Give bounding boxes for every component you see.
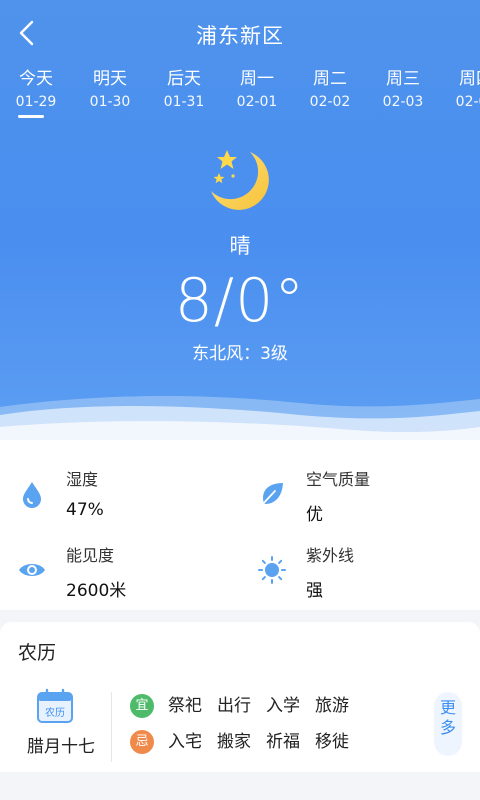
day-tab-1[interactable]: 明天 01-30	[80, 68, 140, 110]
uv-stat: 紫外线 强	[258, 540, 478, 601]
humidity-value: 47%	[66, 500, 104, 520]
day-tab-date: 01-29	[15, 94, 57, 110]
moon-stars-icon	[211, 150, 269, 210]
top-bar: 浦东新区	[0, 0, 480, 66]
day-tab-date: 01-30	[89, 94, 131, 110]
day-tab-4[interactable]: 周二 02-02	[300, 68, 360, 110]
day-tab-0[interactable]: 今天 01-29	[6, 68, 66, 118]
inauspicious-item: 入宅	[168, 732, 202, 752]
uv-value: 强	[306, 581, 323, 601]
auspicious-item: 旅游	[315, 696, 349, 716]
visibility-stat: 能见度 2600米	[18, 540, 238, 601]
calendar-icon: 农历	[37, 688, 73, 723]
air-quality-value: 优	[306, 505, 323, 525]
air-quality-label: 空气质量	[306, 470, 371, 489]
humidity-stat: 湿度 47%	[18, 464, 238, 524]
air-quality-stat: 空气质量 优	[258, 464, 478, 525]
inauspicious-items: 入宅 搬家 祈福 移徙	[168, 730, 364, 754]
inauspicious-badge: 忌	[130, 730, 154, 754]
leaf-icon	[260, 483, 283, 507]
weather-hero: 浦东新区 今天 01-29 明天 01-30 后天 01-31 周一 02-01…	[0, 0, 480, 440]
auspicious-item: 祭祀	[168, 696, 202, 716]
visibility-value: 2600米	[66, 581, 127, 601]
humidity-label: 湿度	[66, 470, 99, 489]
auspicious-item: 出行	[217, 696, 251, 716]
weather-details: 湿度 47% 空气质量 优 能见度 2600米 紫外线 强	[0, 440, 480, 610]
day-tab-name: 周二	[313, 69, 347, 89]
day-tab-date: 02-04	[455, 94, 480, 110]
divider	[111, 692, 112, 762]
day-tab-date: 02-03	[382, 94, 424, 110]
wind-info: 东北风：3级	[192, 344, 288, 364]
day-tab-date: 02-01	[236, 94, 278, 110]
day-tab-name: 后天	[167, 69, 201, 89]
day-tab-date: 02-02	[309, 94, 351, 110]
more-button[interactable]: 更 多	[434, 692, 462, 756]
auspicious-badge: 宜	[130, 694, 154, 718]
day-tab-5[interactable]: 周三 02-03	[373, 68, 433, 110]
eye-icon	[19, 564, 45, 576]
day-tab-2[interactable]: 后天 01-31	[154, 68, 214, 110]
lunar-calendar-card: 农历 农历 腊月十七 宜 祭祀 出行 入学 旅游 忌 入宅 搬家 祈福 移徙 更 多	[0, 622, 480, 772]
temperature-range: 8/0°	[174, 266, 306, 336]
water-drop-icon	[23, 482, 41, 508]
lunar-date: 腊月十七	[27, 737, 95, 757]
day-tab-name: 周三	[386, 69, 420, 89]
day-tab-3[interactable]: 周一 02-01	[227, 68, 287, 110]
day-tab-name: 周四	[459, 69, 480, 89]
sun-icon	[258, 556, 286, 584]
day-tab-name: 今天	[19, 69, 53, 89]
inauspicious-item: 搬家	[217, 732, 251, 752]
day-tab-6[interactable]: 周四 02-04	[446, 68, 480, 110]
auspicious-items: 祭祀 出行 入学 旅游	[168, 694, 364, 718]
visibility-label: 能见度	[66, 546, 115, 565]
uv-label: 紫外线	[306, 546, 355, 565]
day-tabs: 今天 01-29 明天 01-30 后天 01-31 周一 02-01 周二 0…	[0, 68, 480, 124]
day-tab-name: 明天	[93, 69, 127, 89]
page-title: 浦东新区	[196, 24, 284, 48]
day-tab-date: 01-31	[163, 94, 205, 110]
inauspicious-item: 移徙	[315, 732, 349, 752]
lunar-section-title: 农历	[18, 642, 57, 664]
selected-indicator	[18, 115, 44, 118]
inauspicious-item: 祈福	[266, 732, 300, 752]
auspicious-item: 入学	[266, 696, 300, 716]
wave-decoration	[0, 396, 480, 440]
day-tab-name: 周一	[240, 69, 274, 89]
calendar-icon-label: 农历	[45, 706, 65, 719]
weather-condition: 晴	[229, 234, 251, 258]
